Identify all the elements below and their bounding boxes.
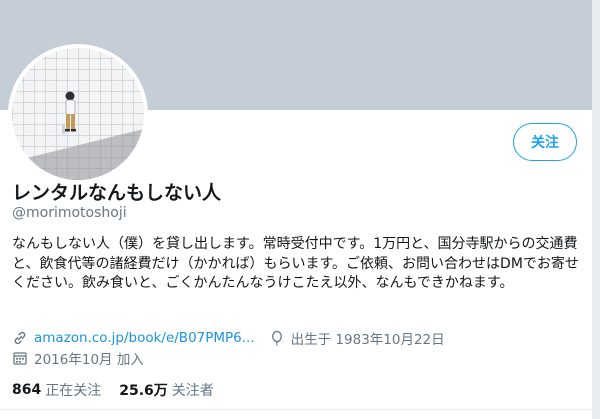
balloon-icon (271, 330, 282, 346)
following-label: 正在关注 (45, 383, 102, 399)
followers-label: 关注者 (171, 383, 214, 399)
profile-stats: 864 正在关注 25.6万 关注者 (12, 380, 214, 400)
link-icon (14, 331, 26, 345)
profile-bio: なんもしない人（僕）を貸し出します。常時受付中です。1万円と、国分寺駅からの交通… (12, 236, 579, 291)
profile-website-link[interactable]: amazon.co.jp/book/e/B07PMP6... (34, 330, 255, 346)
following-stat[interactable]: 864 正在关注 (12, 380, 101, 400)
profile-handle: @morimotoshoji (12, 205, 127, 221)
profile-meta-row: 2016年10月 加入 (12, 348, 144, 368)
profile-joined-date: 2016年10月 加入 (34, 352, 144, 368)
followers-count: 25.6万 (119, 383, 168, 399)
followers-stat[interactable]: 25.6万 关注者 (119, 380, 214, 400)
following-count: 864 (12, 382, 42, 398)
scrollbar-track[interactable] (592, 0, 600, 419)
calendar-icon (13, 352, 27, 365)
avatar-photo (12, 48, 144, 180)
avatar[interactable] (8, 44, 148, 184)
profile-name: レンタルなんもしない人 (12, 182, 222, 204)
profile-meta-row: amazon.co.jp/book/e/B07PMP6... 出生于 1983年… (12, 328, 445, 348)
divider (0, 409, 592, 410)
profile-birthday: 出生于 1983年10月22日 (290, 332, 445, 348)
follow-button[interactable]: 关注 (513, 123, 577, 161)
avatar-figure (62, 91, 76, 134)
